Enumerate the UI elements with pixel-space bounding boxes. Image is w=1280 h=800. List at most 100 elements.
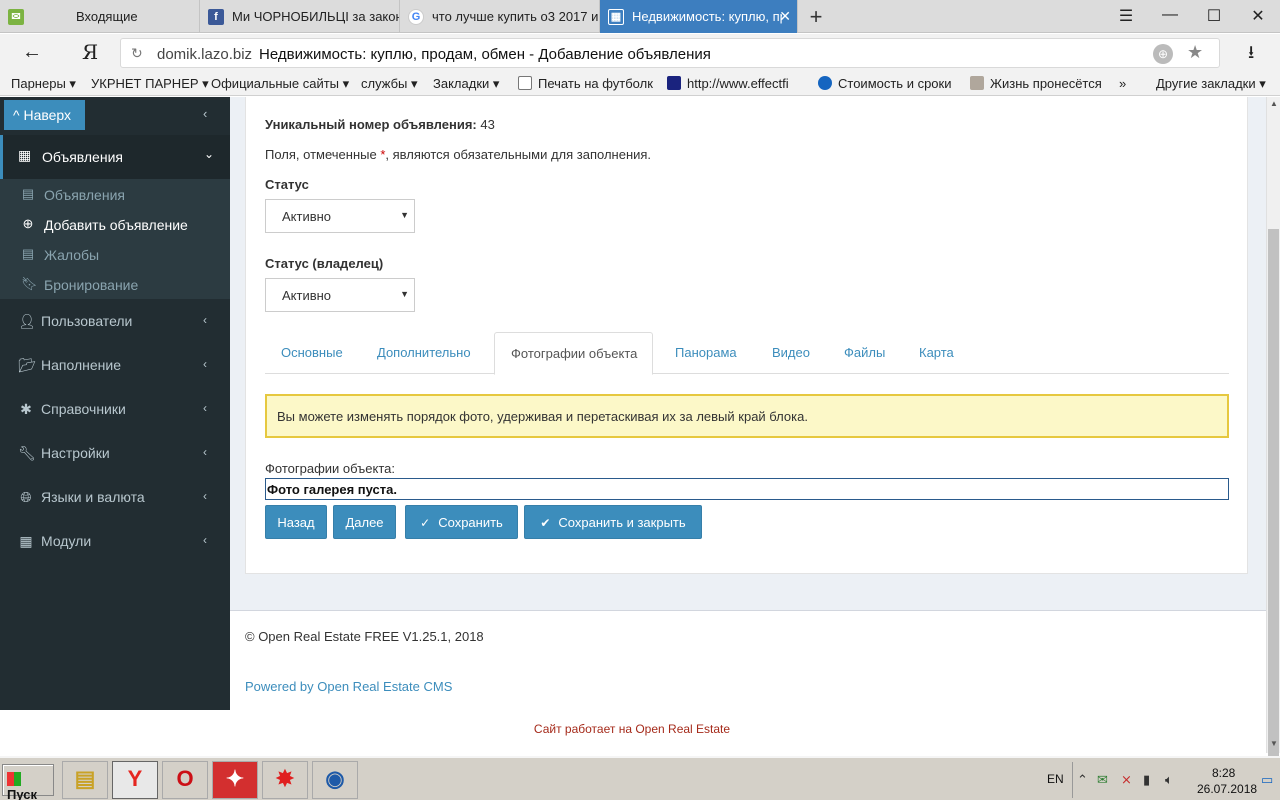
check-circle-icon: ✓ xyxy=(420,516,431,530)
signal-icon[interactable]: ▮ xyxy=(1143,772,1150,788)
splash-app-icon[interactable]: ✸ xyxy=(262,761,308,799)
bookmark-item[interactable]: Жизнь пронесётся xyxy=(970,76,1102,91)
bookmark-folder-other[interactable]: Другие закладки ▾ xyxy=(1156,76,1266,92)
sidebar-item-languages[interactable]: 🌐︎ Языки и валюта ‹ xyxy=(0,475,230,519)
tab-additional[interactable]: Дополнительно xyxy=(361,332,486,374)
tab-video[interactable]: Видео xyxy=(756,332,825,374)
language-indicator[interactable]: EN xyxy=(1047,772,1064,786)
submenu-item-add-ad[interactable]: ⊕ Добавить объявление xyxy=(0,209,230,239)
ef-icon xyxy=(667,76,681,90)
yandex-browser-icon[interactable]: Y xyxy=(112,761,158,799)
start-button[interactable]: Пуск xyxy=(2,764,54,800)
tab-files[interactable]: Файлы xyxy=(828,332,900,374)
sidebar-item-ads[interactable]: ▦ Объявления ⌄ xyxy=(0,135,230,179)
browser-tab-active[interactable]: ▦ Недвижимость: куплю, пр ✕ xyxy=(600,0,798,33)
show-desktop-icon[interactable]: ▭ xyxy=(1261,772,1273,788)
minimize-icon[interactable]: — xyxy=(1160,6,1180,24)
explorer-icon[interactable]: ▤ xyxy=(62,761,108,799)
translate-icon[interactable]: ⊕ xyxy=(1153,44,1173,64)
no-network-icon[interactable]: ⨯ xyxy=(1121,772,1132,788)
owner-status-select-value: Активно xyxy=(282,288,332,303)
clock-date[interactable]: 26.07.2018 xyxy=(1197,782,1257,796)
star-icon[interactable]: ★ xyxy=(1187,42,1203,63)
owner-status-select[interactable]: Активно ▼ xyxy=(265,278,415,312)
mail-icon: ✉ xyxy=(8,8,24,25)
chevron-left-icon: ‹ xyxy=(203,313,207,327)
tray-expand-icon[interactable]: ⌃ xyxy=(1077,772,1088,788)
tab-photos[interactable]: Фотографии объекта xyxy=(494,332,654,375)
bookmark-label: Жизнь пронесётся xyxy=(990,76,1102,91)
scrollbar-thumb[interactable] xyxy=(1268,229,1279,800)
clock-time[interactable]: 8:28 xyxy=(1212,766,1235,780)
status-label: Статус xyxy=(265,177,309,192)
foot-app-icon[interactable]: ✦ xyxy=(212,761,258,799)
bookmark-folder[interactable]: Официальные сайты ▾ xyxy=(211,76,349,92)
sidebar-item-content[interactable]: 📂︎ Наполнение ‹ xyxy=(0,343,230,387)
site-powered-note: Сайт работает на Open Real Estate xyxy=(533,722,731,736)
sidebar-item-modules[interactable]: ▦ Модули ‹ xyxy=(0,519,230,563)
required-note-text: , являются обязательными для заполнения. xyxy=(385,147,652,162)
back-button[interactable]: Назад xyxy=(265,505,327,539)
sidebar-item-settings[interactable]: 🔧︎ Настройки ‹ xyxy=(0,431,230,475)
yandex-icon[interactable]: Я xyxy=(82,40,98,64)
tab-title: Недвижимость: куплю, пр xyxy=(632,9,782,24)
page-scrollbar[interactable]: ▲ ▼ xyxy=(1266,97,1280,800)
sidebar-item-label: Настройки xyxy=(41,445,110,461)
ad-number-value: 43 xyxy=(480,117,495,132)
sidebar-item-users[interactable]: 👤︎ Пользователи ‹ xyxy=(0,299,230,343)
close-tab-icon[interactable]: ✕ xyxy=(779,8,791,25)
tab-title: Входящие xyxy=(76,9,138,24)
photo-gallery[interactable]: Фото галерея пуста. xyxy=(265,478,1229,500)
bookmarks-overflow[interactable]: » xyxy=(1119,76,1126,91)
back-arrow-icon[interactable]: ← xyxy=(22,41,42,64)
circle-icon xyxy=(818,76,832,90)
bookmark-folder[interactable]: Закладки ▾ xyxy=(433,76,499,92)
browser-tab-inbox[interactable]: ✉ Входящие xyxy=(0,0,200,33)
wrench-icon: 🔧︎ xyxy=(18,445,36,461)
close-window-icon[interactable]: ✕ xyxy=(1248,6,1268,26)
system-tray: ⌃ ✉ ⨯ ▮ 🔈︎ 8:28 26.07.2018 ▭ xyxy=(1072,762,1280,798)
submenu-item-booking[interactable]: 🔖︎ Бронирование xyxy=(0,269,230,299)
download-icon[interactable]: ⭳ xyxy=(1248,40,1254,70)
submenu-item-ads[interactable]: ▤ Объявления xyxy=(0,179,230,209)
sidebar-item-references[interactable]: ✱ Справочники ‹ xyxy=(0,387,230,431)
volume-icon[interactable]: 🔈︎ xyxy=(1165,772,1173,788)
scroll-top-button[interactable]: ^ Наверх xyxy=(4,100,85,130)
scroll-down-icon[interactable]: ▼ xyxy=(1270,739,1278,748)
browser-tab-bar: ✉ Входящие f Ми ЧОРНОБИЛЬЦІ за закон G ч… xyxy=(0,0,1280,33)
browser-tab-google[interactable]: G что лучше купить о3 2017 и xyxy=(400,0,600,33)
bookmark-item[interactable]: Печать на футболк xyxy=(518,76,653,91)
next-button[interactable]: Далее xyxy=(333,505,396,539)
save-close-button-label: Сохранить и закрыть xyxy=(558,515,686,530)
tab-main[interactable]: Основные xyxy=(265,332,358,374)
powered-by-link[interactable]: Powered by Open Real Estate CMS xyxy=(245,679,452,694)
bookmark-item[interactable]: Стоимость и сроки xyxy=(818,76,951,91)
scroll-up-icon[interactable]: ▲ xyxy=(1270,99,1278,108)
ad-number-label: Уникальный номер объявления: xyxy=(265,117,477,132)
new-tab-icon[interactable]: + xyxy=(806,4,826,30)
status-select[interactable]: Активно ▼ xyxy=(265,199,415,233)
sidebar-item-label: Языки и валюта xyxy=(41,489,145,505)
mail-tray-icon[interactable]: ✉ xyxy=(1097,772,1108,788)
browser-tab-facebook[interactable]: f Ми ЧОРНОБИЛЬЦІ за закон xyxy=(200,0,400,33)
menu-icon[interactable]: ☰ xyxy=(1116,6,1136,26)
bookmark-folder[interactable]: УКРНЕТ ПАРНЕР ▾ xyxy=(91,76,209,92)
url-page-title: Недвижимость: куплю, продам, обмен - Доб… xyxy=(259,46,711,63)
save-close-button[interactable]: ✔ Сохранить и закрыть xyxy=(524,505,702,539)
owner-status-label: Статус (владелец) xyxy=(265,256,384,271)
opera-icon[interactable]: O xyxy=(162,761,208,799)
user-icon: 👤︎ xyxy=(18,313,36,329)
bookmark-folder[interactable]: Парнеры ▾ xyxy=(11,76,76,92)
tab-map[interactable]: Карта xyxy=(903,332,969,374)
maximize-icon[interactable]: ☐ xyxy=(1204,6,1224,26)
save-button[interactable]: ✓ Сохранить xyxy=(405,505,518,539)
sidebar-top-row: ^ Наверх ‹ xyxy=(0,97,230,135)
url-field[interactable]: ↻ domik.lazo.biz Недвижимость: куплю, пр… xyxy=(120,38,1220,68)
reload-icon[interactable]: ↻ xyxy=(131,45,143,62)
submenu-item-complaints[interactable]: ▤ Жалобы xyxy=(0,239,230,269)
thunderbird-icon[interactable]: ◉ xyxy=(312,761,358,799)
bookmark-folder[interactable]: службы ▾ xyxy=(361,76,418,92)
bookmark-item[interactable]: http://www.effectfi xyxy=(667,76,789,91)
tab-panorama[interactable]: Панорама xyxy=(659,332,752,374)
facebook-icon: f xyxy=(208,8,224,25)
